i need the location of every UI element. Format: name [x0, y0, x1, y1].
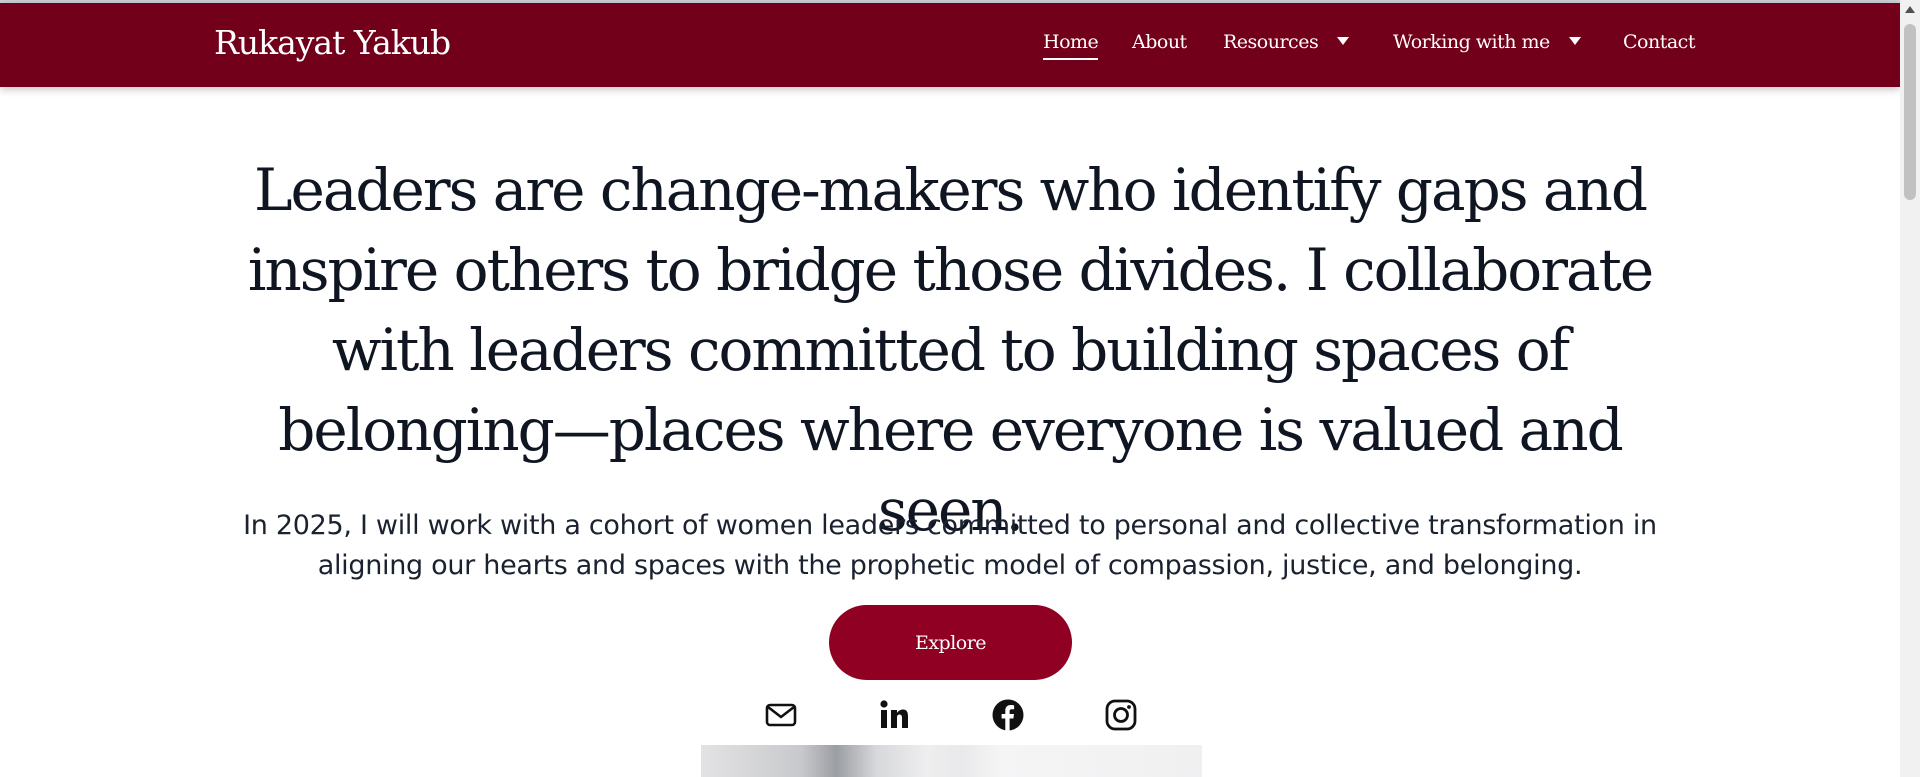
facebook-icon: [990, 697, 1026, 733]
explore-button[interactable]: Explore: [829, 605, 1072, 680]
site-header: Rukayat Yakub Home About Resources Worki…: [0, 3, 1900, 87]
email-link[interactable]: [763, 697, 799, 733]
nav-working-with-me[interactable]: Working with me: [1393, 31, 1581, 53]
linkedin-icon: [876, 697, 912, 733]
nav-home-label: Home: [1043, 31, 1099, 60]
page-scrollbar[interactable]: [1900, 0, 1920, 777]
scroll-up-arrow-icon[interactable]: [1905, 6, 1915, 13]
main-navigation: Home About Resources Working with me Con…: [0, 31, 1900, 71]
nav-about-label: About: [1132, 31, 1187, 53]
nav-home[interactable]: Home: [1043, 31, 1099, 60]
facebook-link[interactable]: [990, 697, 1026, 733]
nav-contact[interactable]: Contact: [1623, 31, 1695, 53]
hero-headline: Leaders are change-makers who identify g…: [247, 156, 1654, 544]
hero-photo: [701, 745, 1202, 777]
mail-icon: [763, 697, 799, 733]
instagram-link[interactable]: [1103, 697, 1139, 733]
linkedin-link[interactable]: [876, 697, 912, 733]
chevron-down-icon: [1568, 37, 1581, 45]
nav-contact-label: Contact: [1623, 31, 1695, 53]
chevron-down-icon: [1337, 37, 1350, 45]
scrollbar-thumb[interactable]: [1904, 24, 1916, 200]
nav-resources-label: Resources: [1223, 31, 1319, 53]
instagram-icon: [1103, 697, 1139, 733]
nav-working-with-me-label: Working with me: [1393, 31, 1550, 53]
nav-about[interactable]: About: [1132, 31, 1187, 53]
hero-intro-text: In 2025, I will work with a cohort of wo…: [243, 510, 1657, 581]
nav-resources[interactable]: Resources: [1223, 31, 1350, 53]
